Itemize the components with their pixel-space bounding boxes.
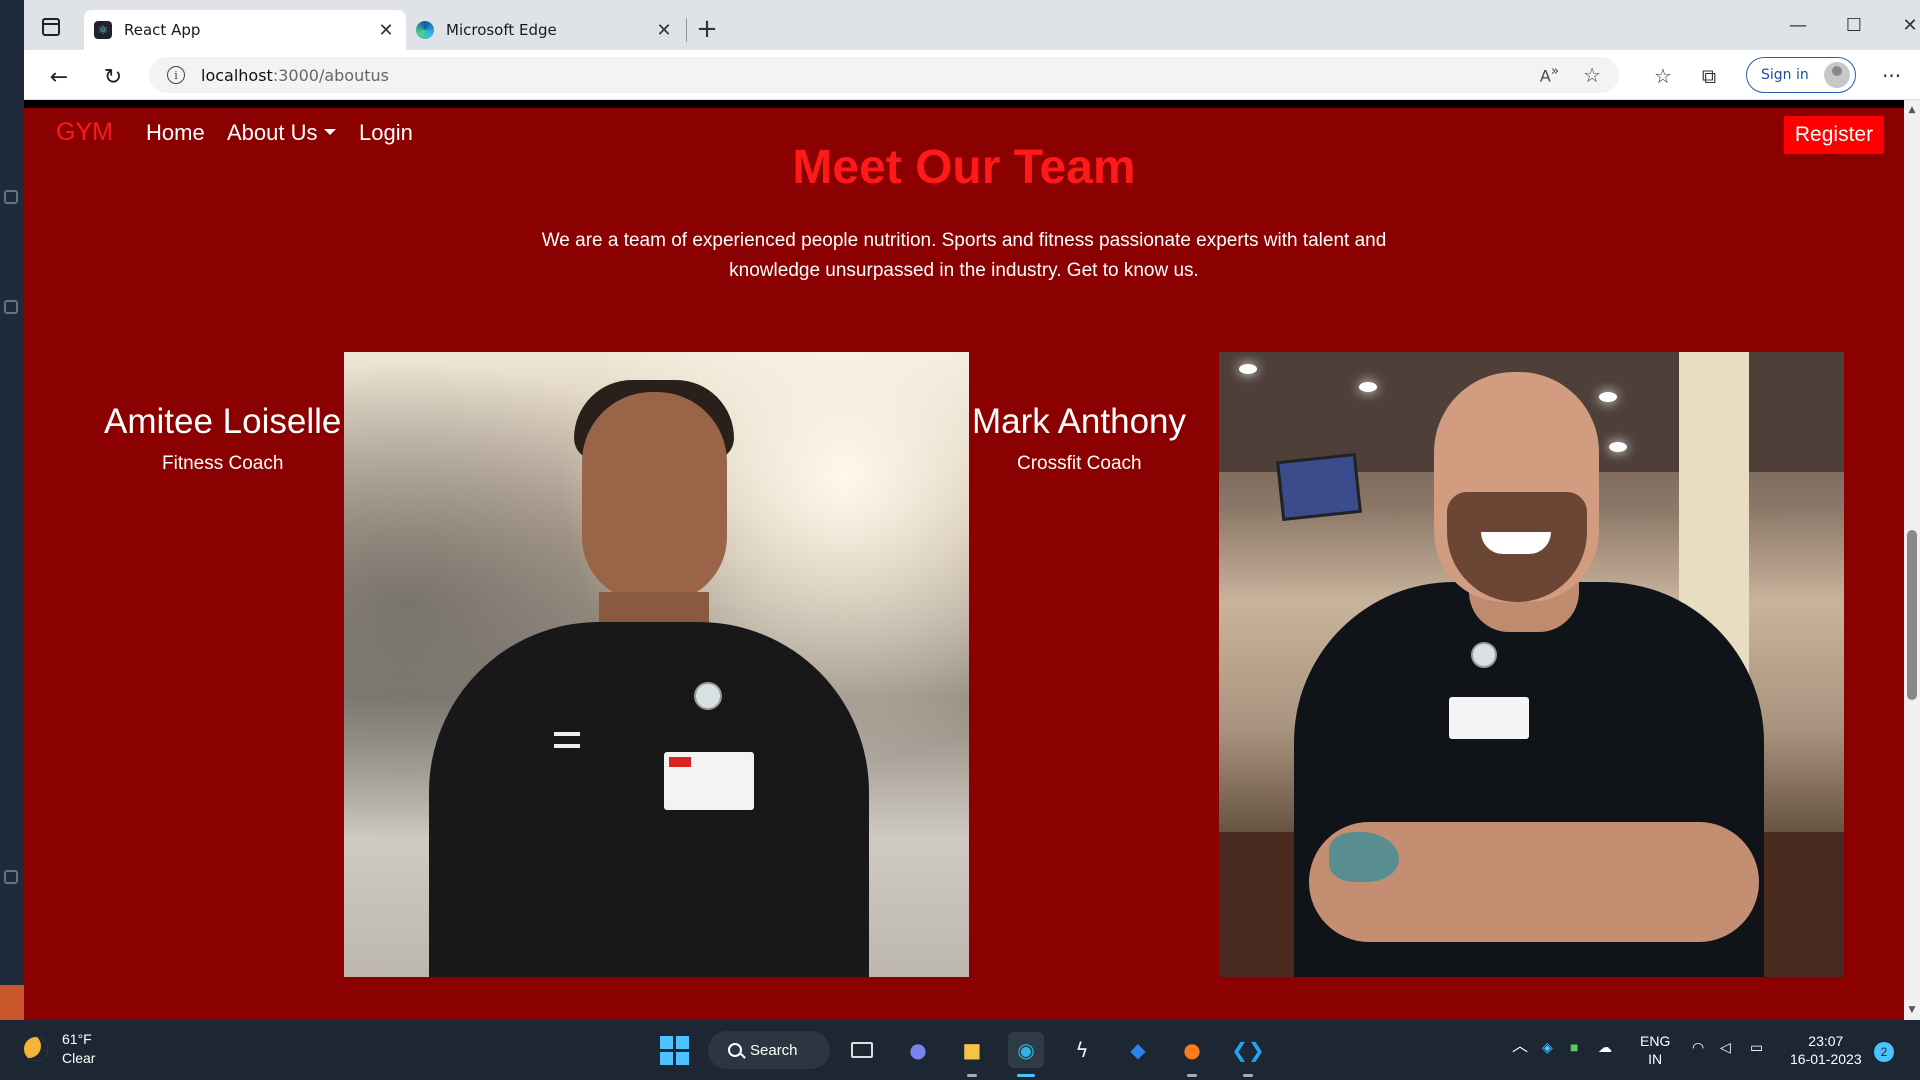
address-bar: ← ↻ i localhost:3000/aboutus A» ☆ ☆ ⧉ Si… xyxy=(24,50,1920,100)
weather-temp: 61°F xyxy=(62,1031,92,1047)
tab-bar: ⚛ React App ✕ Microsoft Edge ✕ + — ☐ ✕ xyxy=(24,0,1920,50)
taskbar: 61°F Clear Search ● ■ ◉ ϟ ◆ ● ❮❯ ︿ ◈ ■ ☁… xyxy=(0,1020,1920,1080)
sign-in-button[interactable]: Sign in xyxy=(1746,57,1856,93)
tab-react-app[interactable]: ⚛ React App ✕ xyxy=(84,10,406,50)
battery-icon[interactable]: ▭ xyxy=(1750,1038,1763,1056)
site-info-icon[interactable]: i xyxy=(167,66,185,84)
sign-in-label: Sign in xyxy=(1761,67,1809,83)
edge-icon xyxy=(416,21,434,39)
app-tray-icon[interactable]: ■ xyxy=(1570,1038,1578,1056)
tab-title: Microsoft Edge xyxy=(446,21,557,39)
desktop-icon xyxy=(4,870,18,884)
search-label: Search xyxy=(750,1041,798,1059)
scroll-down-icon[interactable]: ▼ xyxy=(1904,1002,1920,1018)
minimize-button[interactable]: — xyxy=(1778,10,1818,40)
avatar xyxy=(1824,62,1850,88)
read-aloud-icon[interactable]: A» xyxy=(1540,64,1559,85)
search-icon xyxy=(728,1043,742,1057)
team-intro: We are a team of experienced people nutr… xyxy=(541,230,1387,281)
tab-title: React App xyxy=(124,21,201,39)
desktop-icon xyxy=(4,300,18,314)
weather-desc: Clear xyxy=(62,1050,96,1066)
url-host: localhost xyxy=(201,65,273,85)
region: IN xyxy=(1648,1051,1663,1067)
network-alert-icon[interactable]: ☁ xyxy=(1598,1038,1612,1056)
maximize-button[interactable]: ☐ xyxy=(1834,10,1874,40)
member-name: Mark Anthony xyxy=(972,402,1186,441)
clock[interactable]: 23:07 16-01-2023 xyxy=(1790,1032,1862,1068)
language-indicator[interactable]: ENG IN xyxy=(1640,1032,1670,1068)
running-indicator xyxy=(967,1074,977,1077)
page-title: Meet Our Team xyxy=(792,141,1136,194)
tab-separator xyxy=(686,18,687,42)
task-view-icon[interactable] xyxy=(844,1032,880,1068)
browser-window: ⚛ React App ✕ Microsoft Edge ✕ + — ☐ ✕ ←… xyxy=(24,0,1920,1020)
favorites-icon[interactable]: ☆ xyxy=(1648,62,1678,90)
edge-taskbar-icon[interactable]: ◉ xyxy=(1008,1032,1044,1068)
url-input[interactable]: i localhost:3000/aboutus A» ☆ xyxy=(149,57,1619,93)
tab-actions-icon xyxy=(42,18,60,36)
desktop-icon xyxy=(4,190,18,204)
member-photo xyxy=(344,352,969,977)
more-options-icon[interactable]: ··· xyxy=(1882,64,1901,88)
moon-icon xyxy=(24,1037,48,1061)
start-button[interactable] xyxy=(656,1032,692,1068)
firefox-icon[interactable]: ● xyxy=(1174,1032,1210,1068)
running-indicator xyxy=(1187,1074,1197,1077)
date: 16-01-2023 xyxy=(1790,1051,1862,1067)
member-role: Crossfit Coach xyxy=(1017,453,1142,474)
volume-icon[interactable]: ◁ xyxy=(1720,1038,1731,1056)
file-explorer-icon[interactable]: ■ xyxy=(954,1032,990,1068)
close-window-button[interactable]: ✕ xyxy=(1890,10,1920,40)
windows-icon xyxy=(659,1035,689,1065)
back-button[interactable]: ← xyxy=(42,60,76,94)
page-viewport: GYM Home About Us Login Register Meet Ou… xyxy=(24,100,1904,1020)
taskbar-search[interactable]: Search xyxy=(708,1031,830,1069)
page-top-border xyxy=(24,100,1904,108)
react-icon: ⚛ xyxy=(94,21,112,39)
new-tab-button[interactable]: + xyxy=(692,14,722,44)
wifi-icon[interactable]: ◠ xyxy=(1692,1038,1704,1056)
page-scrollbar[interactable]: ▲ ▼ xyxy=(1904,100,1920,1020)
close-tab-icon[interactable]: ✕ xyxy=(376,20,396,41)
desktop-accent xyxy=(0,985,24,1020)
time: 23:07 xyxy=(1808,1033,1844,1049)
tab-microsoft-edge[interactable]: Microsoft Edge ✕ xyxy=(406,10,684,50)
add-favorite-icon[interactable]: ☆ xyxy=(1583,63,1601,87)
language: ENG xyxy=(1640,1033,1671,1049)
member-name: Amitee Loiselle xyxy=(104,402,342,441)
security-icon[interactable]: ◈ xyxy=(1542,1038,1553,1056)
scroll-up-icon[interactable]: ▲ xyxy=(1904,102,1920,118)
refresh-button[interactable]: ↻ xyxy=(96,60,130,94)
show-hidden-icons[interactable]: ︿ xyxy=(1512,1038,1528,1056)
app-icon[interactable]: ϟ xyxy=(1064,1032,1100,1068)
running-indicator xyxy=(1243,1074,1253,1077)
vscode-icon[interactable]: ❮❯ xyxy=(1230,1032,1266,1068)
desktop-edge xyxy=(0,0,24,1020)
tab-actions-button[interactable] xyxy=(34,10,68,44)
member-role: Fitness Coach xyxy=(162,453,284,474)
member-photo xyxy=(1219,352,1844,977)
caret-down-icon xyxy=(323,129,336,136)
dropbox-icon[interactable]: ◆ xyxy=(1120,1032,1156,1068)
close-tab-icon[interactable]: ✕ xyxy=(654,20,674,41)
chat-icon[interactable]: ● xyxy=(900,1032,936,1068)
weather-widget[interactable]: 61°F Clear xyxy=(24,1030,95,1068)
notification-badge[interactable]: 2 xyxy=(1874,1042,1894,1062)
url-path: :3000/aboutus xyxy=(272,65,389,85)
collections-icon[interactable]: ⧉ xyxy=(1694,62,1724,90)
active-indicator xyxy=(1017,1074,1035,1077)
scroll-thumb[interactable] xyxy=(1907,530,1917,700)
